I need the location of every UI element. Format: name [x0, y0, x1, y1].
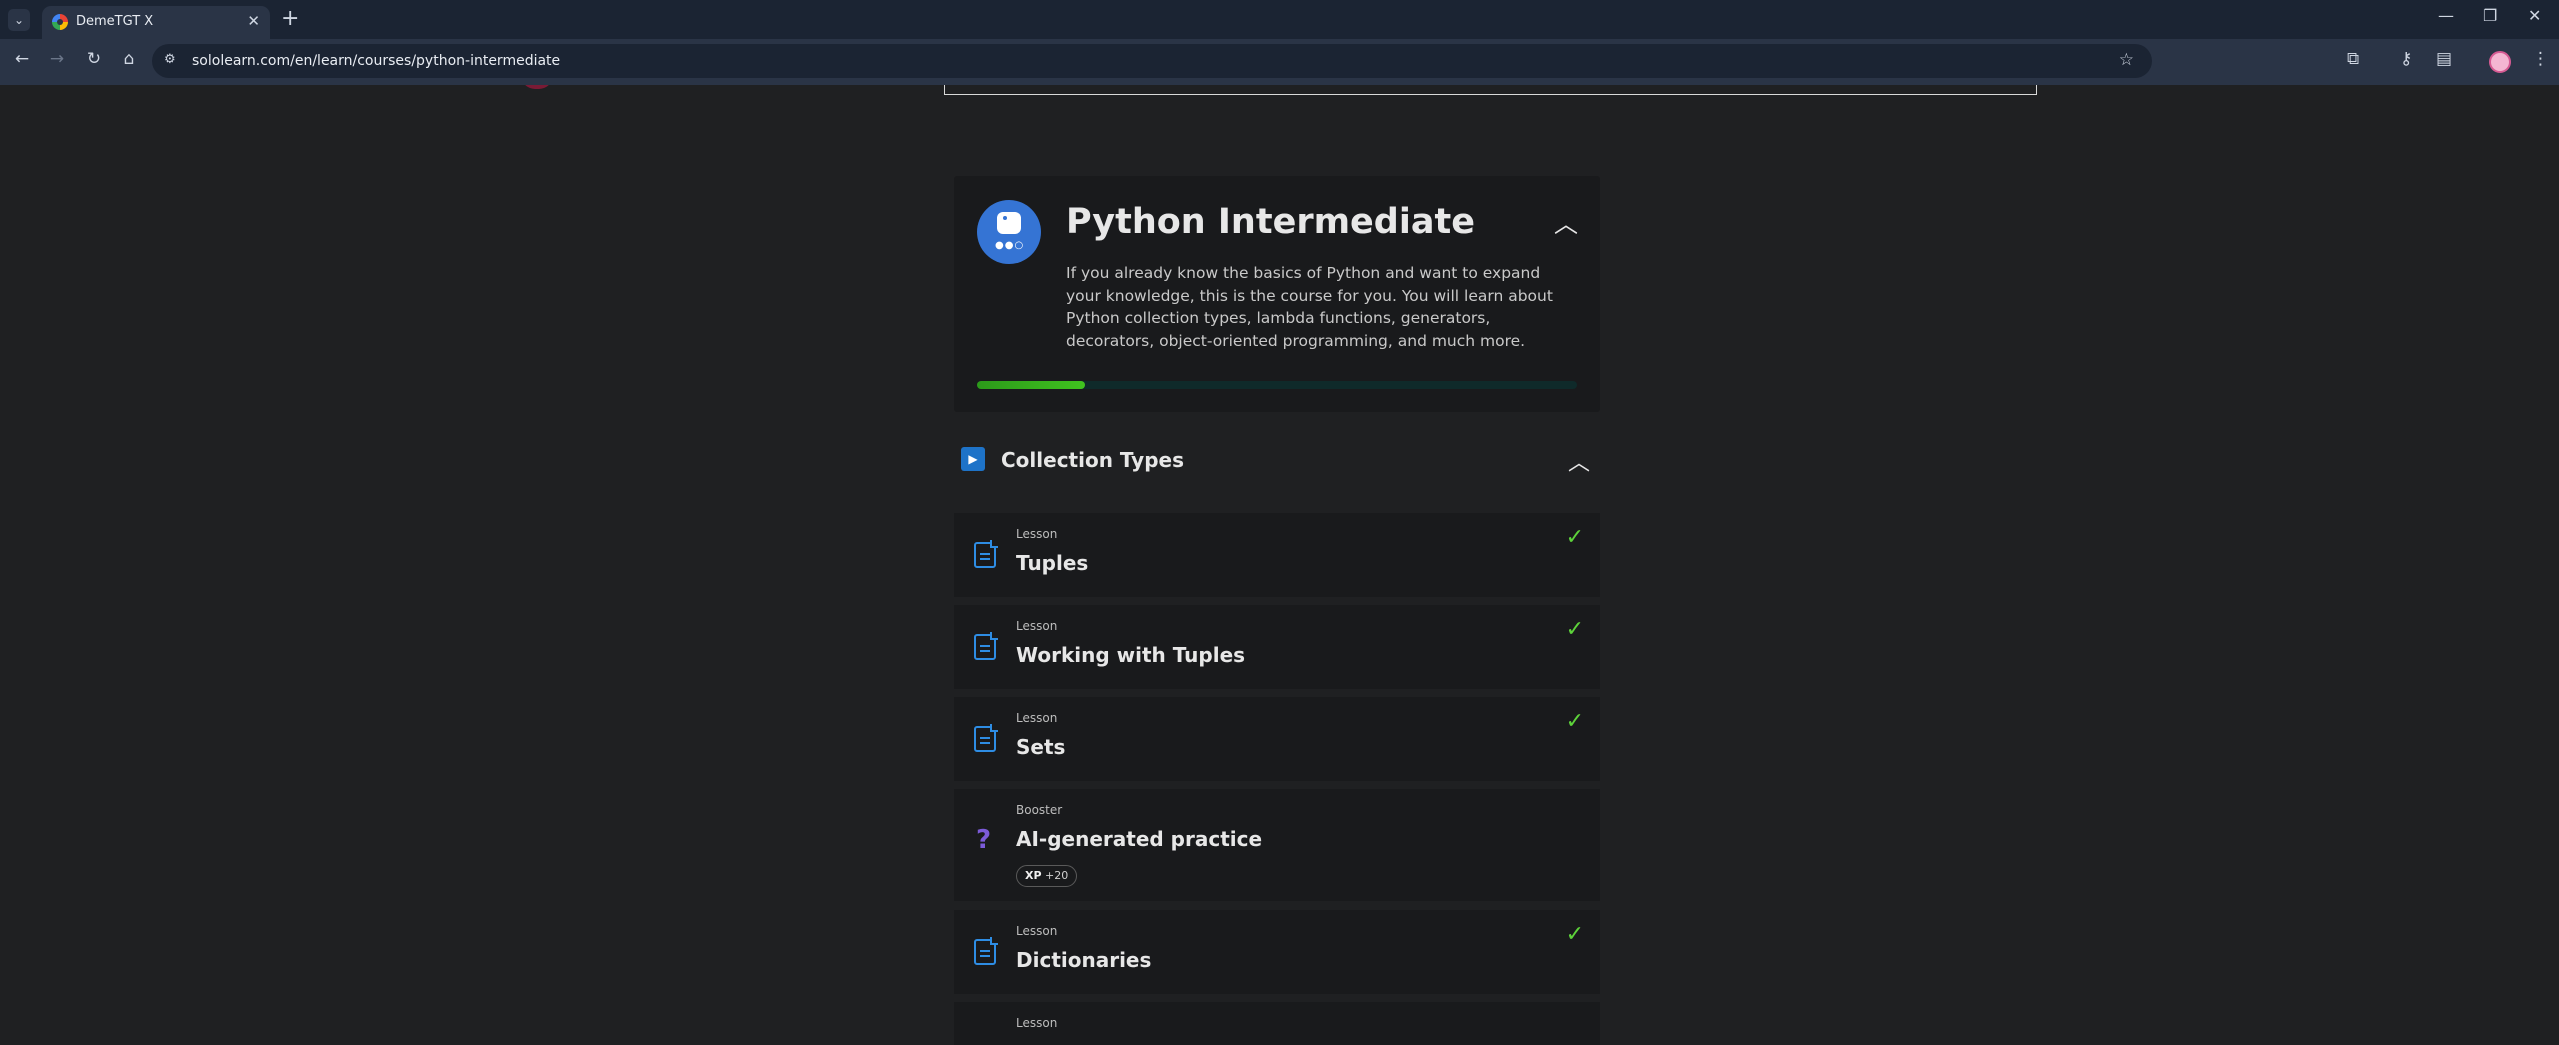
collapse-course-chevron-up-icon[interactable]: ︿ [1554, 204, 1578, 239]
profile-avatar[interactable] [2489, 51, 2511, 73]
lesson-document-icon [974, 540, 998, 568]
favicon-icon [52, 14, 68, 30]
play-icon: ▶ [961, 447, 985, 471]
xp-label: XP [1025, 869, 1042, 882]
lesson-name: Tuples [1016, 551, 1089, 575]
forward-button[interactable]: → [45, 49, 69, 69]
module-title: Collection Types [1001, 448, 1184, 472]
course-title: Python Intermediate [1066, 202, 1475, 242]
tab-search-button[interactable]: ⌄ [8, 9, 30, 31]
lesson-item-working-with-tuples[interactable]: Lesson Working with Tuples ✓ [954, 605, 1600, 689]
completed-check-icon: ✓ [1565, 709, 1584, 734]
completed-check-icon: ✓ [1565, 617, 1584, 642]
reload-button[interactable]: ↻ [82, 49, 106, 69]
restore-window-icon[interactable]: ❐ [2483, 6, 2497, 25]
lesson-document-icon [974, 724, 998, 752]
home-button[interactable]: ⌂ [117, 49, 141, 69]
module-header[interactable]: ▶ Collection Types ︿ [954, 443, 1600, 483]
back-button[interactable]: ← [10, 49, 34, 69]
lesson-document-icon [974, 632, 998, 660]
course-progress-fill [977, 381, 1085, 389]
completed-check-icon: ✓ [1565, 525, 1584, 550]
xp-value: +20 [1045, 869, 1069, 882]
lesson-item-tuples[interactable]: Lesson Tuples ✓ [954, 513, 1600, 597]
password-key-icon[interactable]: ⚷ [2400, 49, 2412, 69]
collapse-module-chevron-up-icon[interactable]: ︿ [1568, 445, 1590, 477]
page-content: ●●○ Python Intermediate ︿ If you already… [0, 85, 2559, 1045]
course-progress-bar [977, 381, 1577, 389]
course-description: If you already know the basics of Python… [1066, 264, 1553, 350]
url-text[interactable]: sololearn.com/en/learn/courses/python-in… [192, 53, 560, 69]
lesson-kind: Booster [1016, 803, 1063, 817]
address-bar[interactable]: ⚙ sololearn.com/en/learn/courses/python-… [152, 44, 2152, 78]
close-tab-icon[interactable]: ✕ [247, 12, 260, 30]
completed-check-icon: ✓ [1565, 922, 1584, 947]
browser-menu-icon[interactable]: ⋮ [2532, 49, 2549, 69]
browser-toolbar: ← → ↻ ⌂ ⚙ sololearn.com/en/learn/courses… [0, 39, 2559, 85]
browser-tab[interactable]: DemeTGT X ✕ [42, 6, 270, 39]
lesson-kind: Lesson [1016, 619, 1058, 633]
extensions-icon[interactable]: ⧉ [2347, 49, 2359, 69]
lesson-item-next[interactable]: Lesson [954, 1002, 1600, 1045]
lesson-name: Working with Tuples [1016, 643, 1246, 667]
booster-item-ai-practice[interactable]: ? Booster AI-generated practice XP +20 [954, 789, 1600, 901]
minimize-window-icon[interactable]: — [2438, 6, 2454, 25]
close-window-icon[interactable]: ✕ [2528, 6, 2541, 25]
lesson-name: Dictionaries [1016, 948, 1152, 972]
lesson-name: Sets [1016, 735, 1066, 759]
tab-title: DemeTGT X [76, 14, 154, 29]
site-info-icon[interactable]: ⚙ [164, 52, 176, 67]
new-tab-button[interactable]: + [281, 6, 299, 32]
header-progress-frame [944, 85, 2037, 95]
lesson-kind: Lesson [1016, 1016, 1058, 1030]
lesson-item-dictionaries[interactable]: Lesson Dictionaries ✓ [954, 910, 1600, 994]
browser-tab-bar: ⌄ DemeTGT X ✕ + — ❐ ✕ [0, 0, 2559, 39]
bookmark-star-icon[interactable]: ☆ [2119, 50, 2134, 70]
header-logo-fragment [521, 85, 553, 89]
lesson-name: AI-generated practice [1016, 827, 1263, 851]
lesson-item-sets[interactable]: Lesson Sets ✓ [954, 697, 1600, 781]
question-mark-icon: ? [976, 825, 992, 855]
python-logo-icon: ●●○ [977, 200, 1041, 264]
lesson-kind: Lesson [1016, 527, 1058, 541]
xp-badge: XP +20 [1016, 865, 1078, 887]
chevron-down-icon: ⌄ [13, 13, 25, 27]
reading-mode-icon[interactable]: ▤ [2436, 49, 2452, 69]
lesson-kind: Lesson [1016, 711, 1058, 725]
course-card: ●●○ Python Intermediate ︿ If you already… [954, 176, 1600, 412]
lesson-document-icon [974, 937, 998, 965]
lesson-kind: Lesson [1016, 924, 1058, 938]
